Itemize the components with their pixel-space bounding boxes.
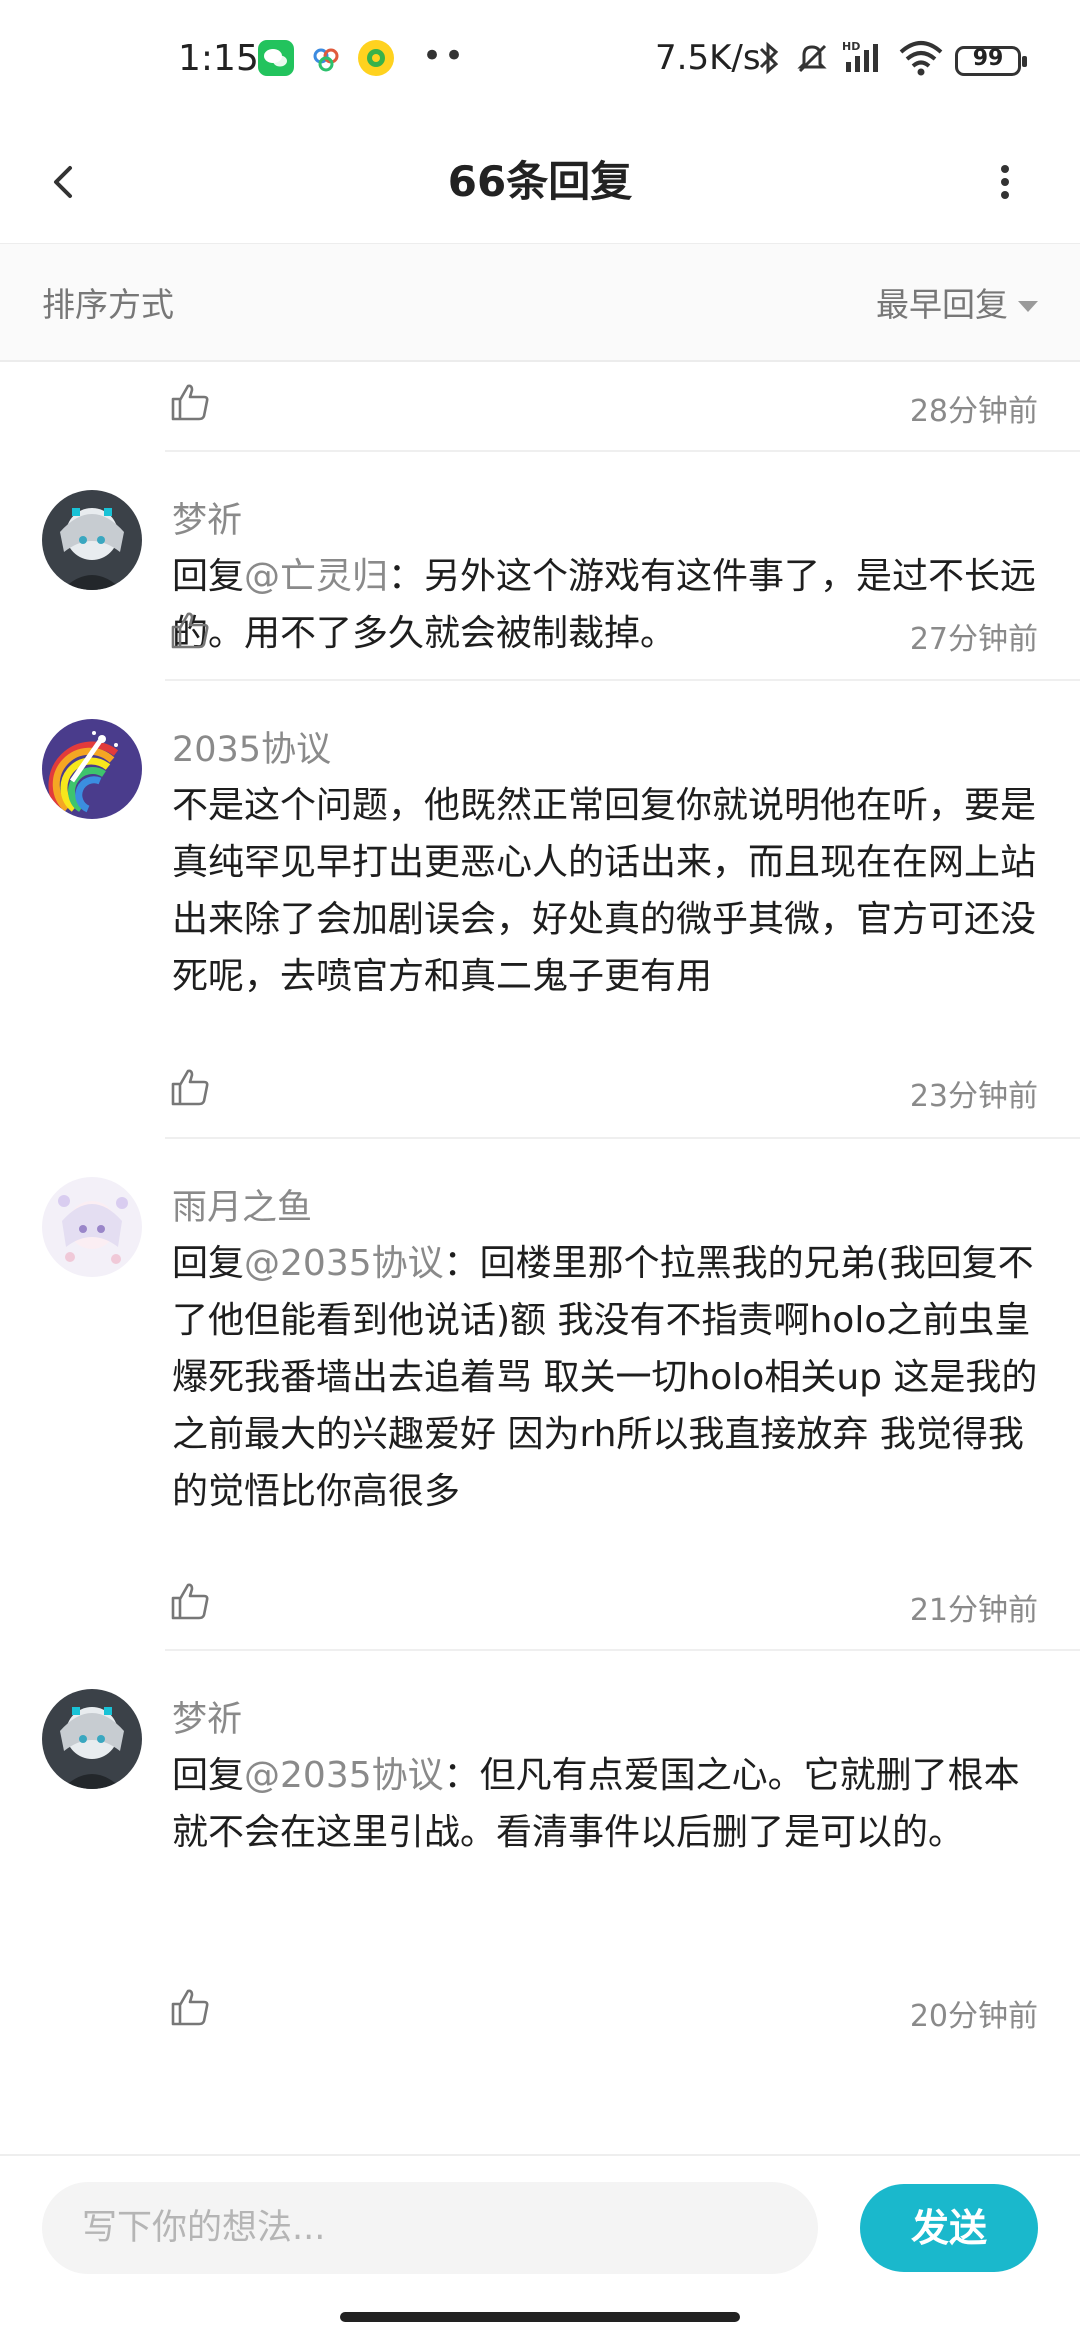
like-button[interactable]: [168, 380, 212, 424]
thumbs-up-icon: [171, 1069, 209, 1106]
more-notifications-icon: ••: [422, 36, 467, 76]
reply-time: 27分钟前: [909, 622, 1038, 657]
reply-author[interactable]: 梦祈: [172, 492, 242, 543]
send-button[interactable]: 发送: [860, 2184, 1038, 2272]
like-button[interactable]: [168, 608, 212, 652]
thumbs-up-icon: [171, 1583, 209, 1620]
reply-time: 23分钟前: [909, 1079, 1038, 1114]
reply-author[interactable]: 雨月之鱼: [172, 1179, 312, 1230]
thumbs-up-icon: [171, 1989, 209, 2026]
reply-author[interactable]: 梦祈: [172, 1691, 242, 1742]
thumbs-up-icon: [171, 612, 209, 649]
reply-author[interactable]: 2035协议: [172, 721, 331, 772]
mention-link[interactable]: @2035协议: [244, 1755, 444, 1796]
mention-link[interactable]: @亡灵归: [244, 556, 388, 597]
more-vertical-icon: [1001, 165, 1009, 199]
status-bar: 1:15 •• 7.5K/s HD 99: [0, 0, 1080, 120]
avatar[interactable]: [42, 719, 142, 819]
reply-content: 回复@2035协议：但凡有点爱国之心。它就删了根本就不会在这里引战。看清事件以后…: [172, 1747, 1042, 1861]
reply-item: 28分钟前: [0, 362, 1080, 452]
reply-time: 20分钟前: [909, 1999, 1038, 2034]
reply-prefix: 回复: [172, 556, 245, 597]
page-title: 66条回复: [447, 157, 633, 206]
sort-dropdown[interactable]: 最早回复: [876, 278, 1038, 326]
sort-label: 排序方式: [42, 285, 174, 324]
mention-link[interactable]: @2035协议: [244, 1243, 444, 1284]
reply-time: 28分钟前: [909, 394, 1038, 429]
like-button[interactable]: [168, 1065, 212, 1109]
avatar[interactable]: [42, 1177, 142, 1277]
sort-bar: 排序方式 最早回复: [0, 244, 1080, 362]
avatar[interactable]: [42, 1689, 142, 1789]
more-options-button[interactable]: [980, 142, 1030, 222]
thumbs-up-icon: [171, 384, 209, 421]
wechat-icon: [258, 40, 294, 76]
status-time: 1:15: [178, 38, 259, 79]
sort-selected: 最早回复: [876, 285, 1008, 324]
reply-item: 梦祈 回复@2035协议：但凡有点爱国之心。它就删了根本就不会在这里引战。看清事…: [0, 1651, 1080, 2051]
bluetooth-icon: [756, 38, 782, 82]
signal-hd-icon: HD: [840, 38, 888, 82]
reply-prefix: 回复: [172, 1243, 245, 1284]
reply-content: 回复@2035协议：回楼里那个拉黑我的兄弟(我回复不了他但能看到他说话)额 我没…: [172, 1235, 1042, 1520]
avatar[interactable]: [42, 490, 142, 590]
like-button[interactable]: [168, 1985, 212, 2029]
comment-composer: 发送: [0, 2154, 1080, 2306]
wifi-icon: [898, 38, 944, 82]
reply-item: 雨月之鱼 回复@2035协议：回楼里那个拉黑我的兄弟(我回复不了他但能看到他说话…: [0, 1139, 1080, 1651]
qq-browser-icon: [358, 40, 394, 76]
reply-item: 梦祈 回复@亡灵归：另外这个游戏有这件事了，是过不长远的。用不了多久就会被制裁掉…: [0, 452, 1080, 681]
reply-content: 不是这个问题，他既然正常回复你就说明他在听，要是真纯罕见早打出更恶心人的话出来，…: [172, 785, 1037, 997]
reply-time: 21分钟前: [909, 1593, 1038, 1628]
caret-down-icon: [1018, 301, 1038, 312]
header: 66条回复: [0, 120, 1080, 245]
mute-icon: [792, 38, 832, 82]
battery-level: 99: [972, 46, 1004, 71]
reply-list[interactable]: 28分钟前 梦祈 回复@亡灵归：另外这个游戏有这件事了，是过不长远的。用不了多久…: [0, 362, 1080, 2152]
reply-prefix: 回复: [172, 1755, 245, 1796]
comment-input[interactable]: [42, 2182, 818, 2274]
network-speed: 7.5K/s: [655, 38, 761, 78]
like-button[interactable]: [168, 1579, 212, 1623]
cloud-app-icon: [308, 40, 344, 76]
reply-item: 2035协议 不是这个问题，他既然正常回复你就说明他在听，要是真纯罕见早打出更恶…: [0, 681, 1080, 1139]
svg-text:HD: HD: [842, 40, 860, 53]
home-indicator[interactable]: [340, 2312, 740, 2322]
battery-indicator: 99: [955, 46, 1027, 76]
